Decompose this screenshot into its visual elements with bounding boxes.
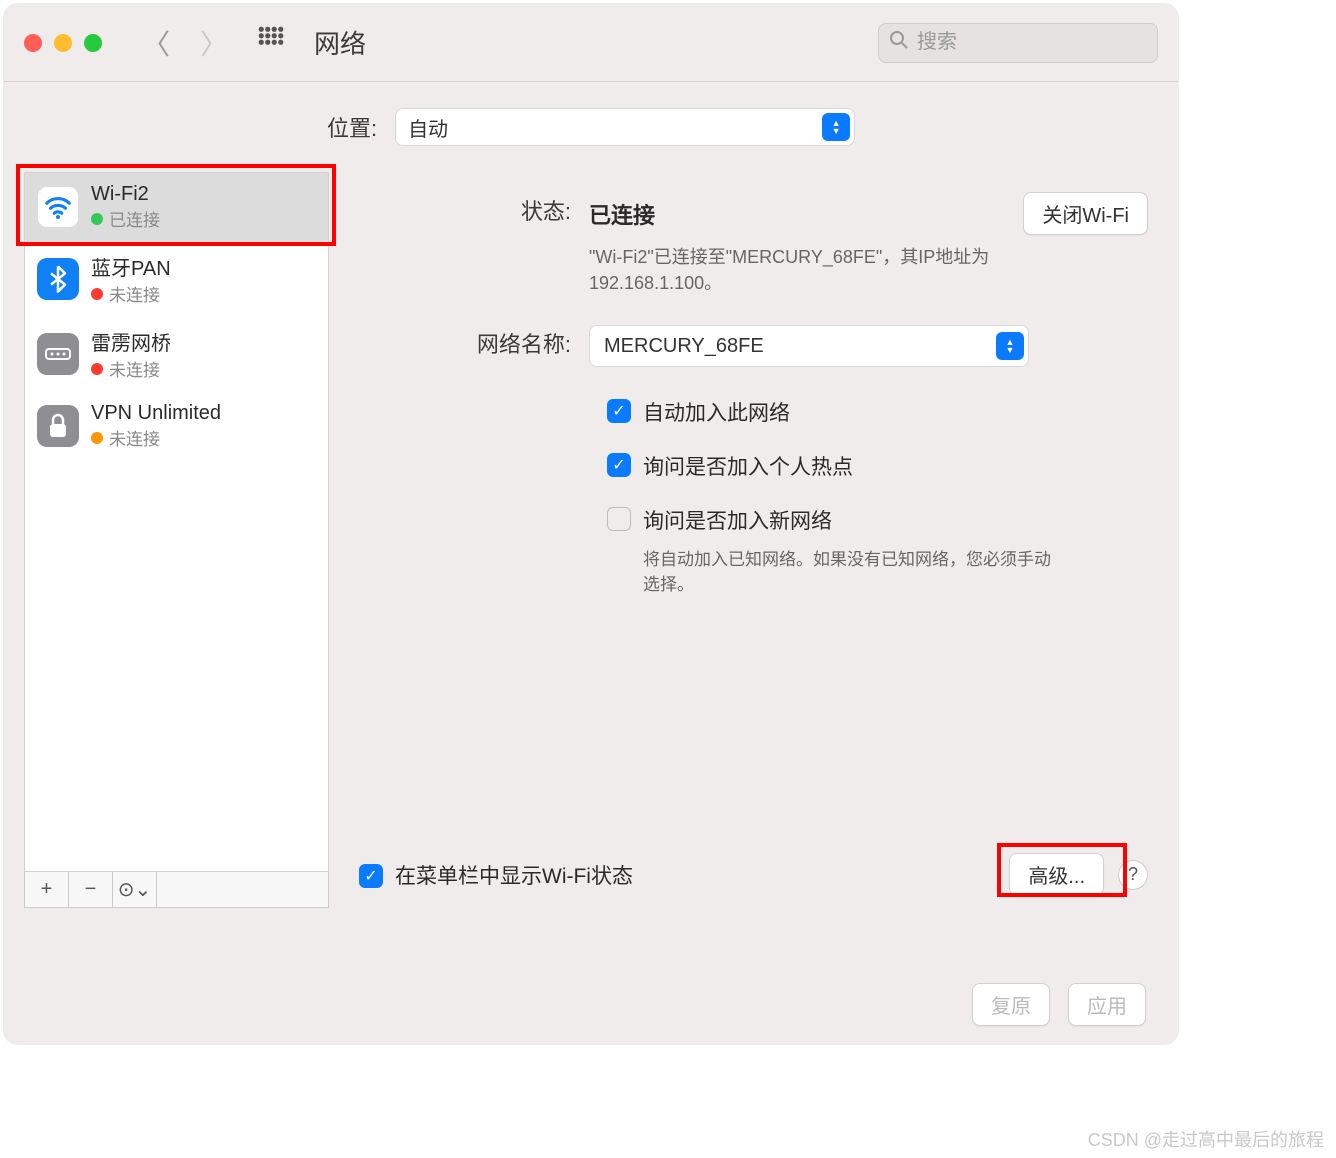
checkbox-label: 询问是否加入新网络: [643, 505, 1063, 535]
bluetooth-icon: [37, 258, 79, 300]
advanced-button[interactable]: 高级...: [1009, 853, 1104, 896]
system-preferences-window: 〈 〉 网络 位置: 自动 ▲▼: [4, 4, 1178, 1044]
footer-buttons: 复原 应用: [972, 983, 1146, 1026]
location-value: 自动: [408, 113, 448, 142]
forward-button[interactable]: 〉: [200, 23, 228, 63]
ask-hotspot-checkbox[interactable]: ✓: [607, 453, 631, 477]
thunderbolt-bridge-icon: [37, 333, 79, 375]
menubar-checkbox-row: ✓ 在菜单栏中显示Wi-Fi状态: [359, 860, 633, 890]
wifi-toggle-button[interactable]: 关闭Wi-Fi: [1023, 192, 1148, 235]
network-name-row: 网络名称: MERCURY_68FE ▲▼: [359, 325, 1148, 367]
status-dot-icon: [91, 363, 103, 375]
detail-panel: 状态: 已连接 关闭Wi-Fi "Wi-Fi2"已连接至"MERCURY_68F…: [349, 172, 1158, 908]
apply-button[interactable]: 应用: [1068, 983, 1146, 1026]
add-interface-button[interactable]: +: [25, 872, 69, 907]
bottom-bar: ✓ 在菜单栏中显示Wi-Fi状态 高级... ?: [359, 841, 1148, 908]
status-dot-icon: [91, 288, 103, 300]
checkbox-label: 询问是否加入个人热点: [643, 451, 853, 481]
remove-interface-button[interactable]: −: [69, 872, 113, 907]
sidebar-item-wifi[interactable]: Wi-Fi2 已连接: [25, 173, 328, 242]
search-input[interactable]: [917, 31, 1182, 54]
interface-options-button[interactable]: ⊙⌄: [113, 872, 157, 907]
auto-join-checkbox[interactable]: ✓: [607, 399, 631, 423]
checkbox-label: 自动加入此网络: [643, 397, 790, 427]
sidebar-item-label: 蓝牙PAN: [91, 252, 171, 281]
sidebar-wrap: Wi-Fi2 已连接 蓝牙PAN 未连接: [24, 172, 329, 908]
body: Wi-Fi2 已连接 蓝牙PAN 未连接: [4, 172, 1178, 928]
sidebar-item-label: VPN Unlimited: [91, 402, 221, 425]
sidebar-item-label: Wi-Fi2: [91, 183, 160, 206]
status-value: 已连接: [589, 198, 655, 230]
network-sidebar: Wi-Fi2 已连接 蓝牙PAN 未连接: [24, 172, 329, 872]
status-description: "Wi-Fi2"已连接至"MERCURY_68FE"，其IP地址为 192.16…: [589, 243, 1029, 295]
location-select[interactable]: 自动 ▲▼: [395, 108, 855, 146]
close-button[interactable]: [24, 34, 42, 52]
show-all-icon[interactable]: [258, 26, 284, 59]
location-row: 位置: 自动 ▲▼: [4, 82, 1178, 172]
titlebar: 〈 〉 网络: [4, 4, 1178, 82]
status-label: 状态:: [359, 192, 589, 226]
lock-icon: [37, 405, 79, 447]
ask-new-network-checkbox[interactable]: [607, 507, 631, 531]
ask-new-network-checkbox-row: 询问是否加入新网络 将自动加入已知网络。如果没有已知网络，您必须手动选择。: [359, 505, 1148, 595]
checkbox-description: 将自动加入已知网络。如果没有已知网络，您必须手动选择。: [643, 545, 1063, 595]
sidebar-toolbar: + − ⊙⌄: [24, 872, 329, 908]
nav-arrows: 〈 〉: [142, 23, 228, 63]
ask-hotspot-checkbox-row: ✓ 询问是否加入个人热点: [359, 451, 1148, 481]
revert-button[interactable]: 复原: [972, 983, 1050, 1026]
status-dot-icon: [91, 432, 103, 444]
back-button[interactable]: 〈: [142, 23, 170, 63]
select-arrows-icon: ▲▼: [822, 113, 850, 141]
search-box[interactable]: [878, 23, 1158, 63]
maximize-button[interactable]: [84, 34, 102, 52]
status-dot-icon: [91, 213, 103, 225]
auto-join-checkbox-row: ✓ 自动加入此网络: [359, 397, 1148, 427]
minimize-button[interactable]: [54, 34, 72, 52]
sidebar-item-thunderbolt[interactable]: 雷雳网桥 未连接: [25, 317, 328, 392]
traffic-lights: [24, 34, 102, 52]
select-arrows-icon: ▲▼: [996, 332, 1024, 360]
network-name-select[interactable]: MERCURY_68FE ▲▼: [589, 325, 1029, 367]
window-title: 网络: [314, 24, 366, 61]
watermark-text: CSDN @走过高中最后的旅程: [1088, 1126, 1324, 1152]
sidebar-item-bluetooth[interactable]: 蓝牙PAN 未连接: [25, 242, 328, 317]
wifi-icon: [37, 186, 79, 228]
sidebar-item-vpn[interactable]: VPN Unlimited 未连接: [25, 392, 328, 461]
network-name-label: 网络名称:: [359, 325, 589, 359]
network-name-value: MERCURY_68FE: [604, 335, 764, 358]
search-icon: [889, 30, 909, 56]
checkbox-label: 在菜单栏中显示Wi-Fi状态: [395, 860, 633, 890]
menubar-status-checkbox[interactable]: ✓: [359, 864, 383, 888]
status-row: 状态: 已连接 关闭Wi-Fi "Wi-Fi2"已连接至"MERCURY_68F…: [359, 192, 1148, 295]
help-button[interactable]: ?: [1118, 860, 1148, 890]
sidebar-item-label: 雷雳网桥: [91, 327, 171, 356]
location-label: 位置:: [327, 111, 377, 143]
